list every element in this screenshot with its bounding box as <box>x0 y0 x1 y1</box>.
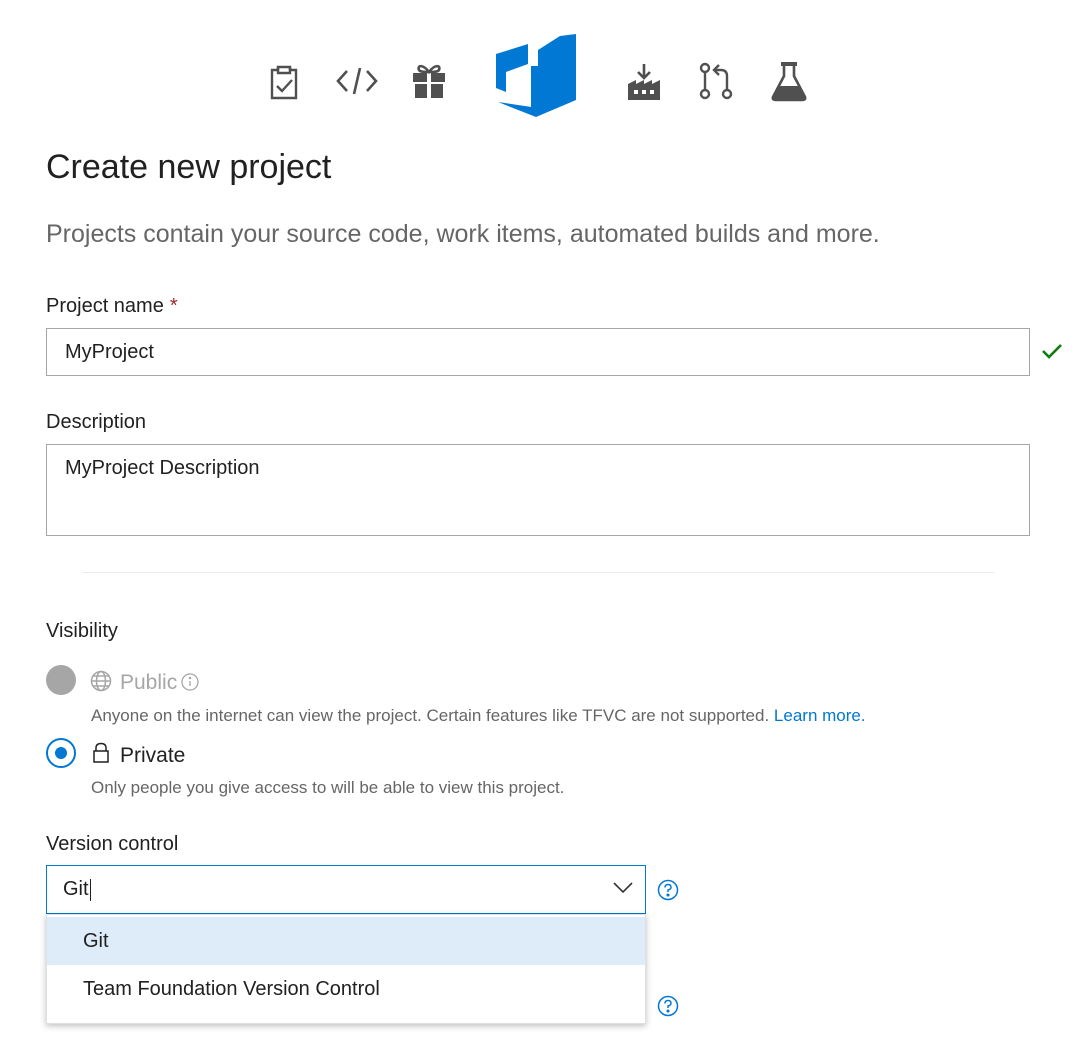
private-description: Only people you give access to will be a… <box>91 778 565 797</box>
page-subtitle: Projects contain your source code, work … <box>46 220 880 248</box>
code-icon[interactable] <box>335 64 379 98</box>
test-plans-icon[interactable] <box>770 60 808 102</box>
chevron-down-icon[interactable] <box>613 882 633 894</box>
dropdown-value: Git <box>63 878 91 901</box>
project-name-input[interactable] <box>46 328 1030 376</box>
public-description: Anyone on the internet can view the proj… <box>91 706 866 725</box>
public-label: Public <box>120 671 178 694</box>
public-radio <box>46 665 76 695</box>
globe-icon <box>90 670 112 692</box>
project-name-label: Project name * <box>46 295 178 317</box>
description-label: Description <box>46 411 147 433</box>
help-icon[interactable] <box>657 879 679 901</box>
version-control-menu: Git Team Foundation Version Control <box>46 914 646 1024</box>
page-title: Create new project <box>46 148 332 186</box>
version-control-label: Version control <box>46 833 179 855</box>
description-text: MyProject Description <box>65 457 260 479</box>
repos-icon[interactable] <box>697 62 735 100</box>
boards-icon[interactable] <box>264 62 304 102</box>
info-icon[interactable] <box>181 673 199 691</box>
azure-devops-logo <box>492 32 580 118</box>
radio-selected-dot <box>55 747 67 759</box>
artifacts-icon[interactable] <box>411 62 447 100</box>
text-caret <box>89 878 91 901</box>
lock-icon <box>92 742 110 764</box>
version-control-dropdown[interactable]: Git <box>46 865 646 914</box>
pipelines-icon[interactable] <box>625 62 663 102</box>
private-label: Private <box>120 744 186 767</box>
menu-item-git[interactable]: Git <box>47 917 645 965</box>
learn-more-link[interactable]: Learn more. <box>774 706 866 725</box>
valid-check-icon <box>1041 342 1063 360</box>
menu-item-tfvc[interactable]: Team Foundation Version Control <box>47 965 645 1013</box>
private-radio[interactable] <box>46 738 76 768</box>
description-textarea[interactable]: MyProject Description <box>46 444 1030 536</box>
help-icon[interactable] <box>657 995 679 1017</box>
visibility-label: Visibility <box>46 620 118 642</box>
divider <box>82 572 994 573</box>
required-marker: * <box>169 295 178 317</box>
